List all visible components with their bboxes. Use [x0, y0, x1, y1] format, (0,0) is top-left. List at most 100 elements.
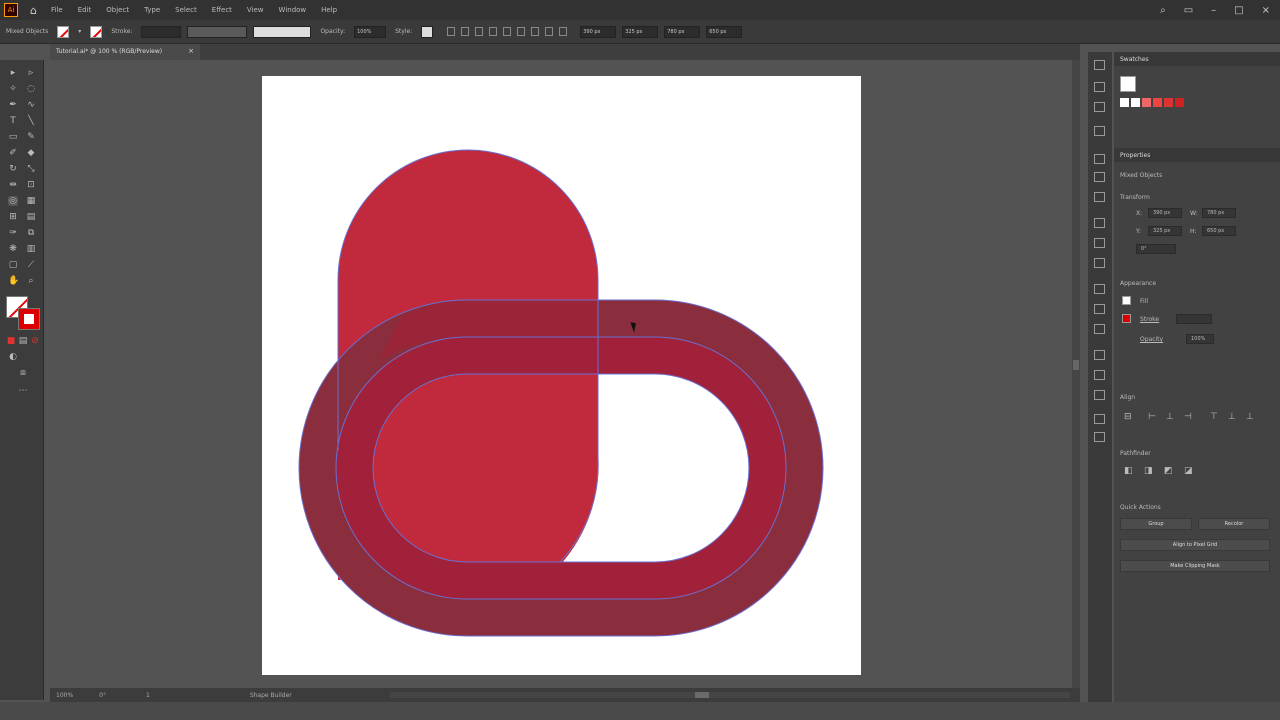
- gradient-panel-icon[interactable]: [1094, 238, 1105, 248]
- more-tools-icon[interactable]: ⋯: [18, 386, 28, 396]
- align-top-icon[interactable]: [489, 27, 498, 36]
- vertical-scroll-thumb[interactable]: [1073, 360, 1079, 370]
- chevron-down-icon[interactable]: ▾: [78, 28, 81, 35]
- group-button[interactable]: Group: [1120, 518, 1192, 530]
- align-panel-icon[interactable]: [1094, 304, 1105, 314]
- stroke-panel-icon[interactable]: [1094, 218, 1105, 228]
- pathfinder-panel-icon[interactable]: [1094, 324, 1105, 334]
- minus-front-icon[interactable]: ◨: [1144, 466, 1153, 476]
- vertical-scrollbar[interactable]: [1072, 60, 1080, 688]
- recolor-button[interactable]: Recolor: [1198, 518, 1270, 530]
- paintbrush-icon[interactable]: ✎: [26, 132, 36, 142]
- graphic-styles-icon[interactable]: [1094, 126, 1105, 136]
- unite-icon[interactable]: ◧: [1124, 466, 1133, 476]
- align-middle-icon[interactable]: [503, 27, 512, 36]
- align-right-edges-icon[interactable]: ⊣: [1184, 412, 1192, 422]
- libraries-panel-icon[interactable]: [1094, 172, 1105, 182]
- perspective-grid-icon[interactable]: ▦: [26, 196, 36, 206]
- menu-select[interactable]: Select: [175, 6, 197, 14]
- gradient-tool-icon[interactable]: ▤: [26, 212, 36, 222]
- transform-h-field[interactable]: 650 px: [1202, 226, 1236, 236]
- swatch-red[interactable]: [1153, 98, 1162, 107]
- curvature-tool-icon[interactable]: ∿: [26, 100, 36, 110]
- eyedropper-icon[interactable]: ✑: [8, 228, 18, 238]
- document-tab[interactable]: Tutorial.ai* @ 100 % (RGB/Preview) ×: [50, 44, 200, 60]
- swatch-dark-red[interactable]: [1175, 98, 1184, 107]
- paragraph-panel-icon[interactable]: [1094, 370, 1105, 380]
- stroke-weight-field[interactable]: [1176, 314, 1212, 324]
- distribute-icon[interactable]: [531, 27, 540, 36]
- menu-window[interactable]: Window: [279, 6, 307, 14]
- h-field[interactable]: 650 px: [706, 25, 743, 38]
- appearance-fill-swatch[interactable]: [1122, 296, 1131, 305]
- align-left-icon[interactable]: [447, 27, 456, 36]
- artboard-number[interactable]: 1: [146, 692, 150, 699]
- opacity-field[interactable]: 100%: [354, 25, 387, 38]
- fill-stroke-widget[interactable]: [6, 296, 40, 330]
- gradient-mode-icon[interactable]: ▤: [18, 336, 28, 346]
- home-icon[interactable]: ⌂: [30, 4, 37, 17]
- type-tool-icon[interactable]: T: [8, 116, 18, 126]
- appearance-opacity-label[interactable]: Opacity: [1140, 336, 1163, 343]
- blend-tool-icon[interactable]: ⧉: [26, 228, 36, 238]
- align-pixel-grid-button[interactable]: Align to Pixel Grid: [1120, 539, 1270, 551]
- opentype-panel-icon[interactable]: [1094, 390, 1105, 400]
- align-center-icon[interactable]: [461, 27, 470, 36]
- exclude-icon[interactable]: ◪: [1184, 466, 1193, 476]
- pen-tool-icon[interactable]: ✒: [8, 100, 18, 110]
- style-swatch[interactable]: [421, 25, 434, 38]
- shaper-tool-icon[interactable]: ✐: [8, 148, 18, 158]
- direct-selection-tool-icon[interactable]: ▹: [26, 68, 36, 78]
- search-icon[interactable]: ⌕: [1160, 5, 1166, 16]
- maximize-icon[interactable]: □: [1234, 5, 1243, 16]
- brushes-panel-icon[interactable]: [1094, 82, 1105, 92]
- variable-width-field[interactable]: [187, 25, 248, 38]
- properties-panel-header[interactable]: Properties: [1114, 148, 1280, 162]
- align-to-icon[interactable]: ⊟: [1124, 412, 1132, 422]
- horizontal-scrollbar[interactable]: [390, 692, 1070, 698]
- align-top-edges-icon[interactable]: ⊤: [1210, 412, 1218, 422]
- selection-tool-icon[interactable]: ▸: [8, 68, 18, 78]
- transform-w-field[interactable]: 780 px: [1202, 208, 1236, 218]
- hand-tool-icon[interactable]: ✋: [8, 276, 19, 286]
- rectangle-tool-icon[interactable]: ▭: [8, 132, 18, 142]
- swatch-white[interactable]: [1131, 98, 1140, 107]
- artboard[interactable]: [262, 76, 861, 675]
- shape-builder-tool-icon[interactable]: ◎: [8, 196, 18, 206]
- swatches-panel-header[interactable]: Swatches: [1114, 52, 1280, 66]
- line-tool-icon[interactable]: ╲: [26, 116, 36, 126]
- symbols-panel-icon[interactable]: [1094, 102, 1105, 112]
- export-panel-icon[interactable]: [1094, 192, 1105, 202]
- free-transform-icon[interactable]: ⊡: [26, 180, 36, 190]
- menu-edit[interactable]: Edit: [78, 6, 92, 14]
- swatch-light-red[interactable]: [1142, 98, 1151, 107]
- align-bottom-icon[interactable]: [517, 27, 526, 36]
- distribute-h-icon[interactable]: [545, 27, 554, 36]
- rotation-field[interactable]: 0°: [1136, 244, 1176, 254]
- screen-mode-icon[interactable]: ⧈: [18, 368, 28, 378]
- transform-x-field[interactable]: 390 px: [1148, 208, 1182, 218]
- magic-wand-icon[interactable]: ✧: [8, 84, 18, 94]
- transparency-panel-icon[interactable]: [1094, 258, 1105, 268]
- transform-y-field[interactable]: 325 px: [1148, 226, 1182, 236]
- mesh-tool-icon[interactable]: ⊞: [8, 212, 18, 222]
- menu-type[interactable]: Type: [144, 6, 160, 14]
- swatches-panel-icon[interactable]: [1094, 60, 1105, 70]
- menu-view[interactable]: View: [247, 6, 264, 14]
- menu-object[interactable]: Object: [106, 6, 129, 14]
- appearance-stroke-label[interactable]: Stroke: [1140, 316, 1159, 323]
- appearance-stroke-swatch[interactable]: [1122, 314, 1131, 323]
- appearance-panel-icon[interactable]: [1094, 284, 1105, 294]
- fill-swatch[interactable]: [57, 25, 70, 38]
- stroke-weight-field[interactable]: [141, 25, 182, 38]
- color-mode-icon[interactable]: ■: [6, 336, 16, 346]
- distribute-v-icon[interactable]: [559, 27, 568, 36]
- width-tool-icon[interactable]: ⇹: [8, 180, 18, 190]
- close-icon[interactable]: ×: [1262, 5, 1270, 16]
- intersect-icon[interactable]: ◩: [1164, 466, 1173, 476]
- menu-file[interactable]: File: [51, 6, 63, 14]
- menu-help[interactable]: Help: [321, 6, 337, 14]
- zoom-tool-icon[interactable]: ⌕: [26, 276, 36, 286]
- slice-tool-icon[interactable]: ⟋: [26, 260, 36, 270]
- align-bottom-edges-icon[interactable]: ⊥: [1246, 412, 1254, 422]
